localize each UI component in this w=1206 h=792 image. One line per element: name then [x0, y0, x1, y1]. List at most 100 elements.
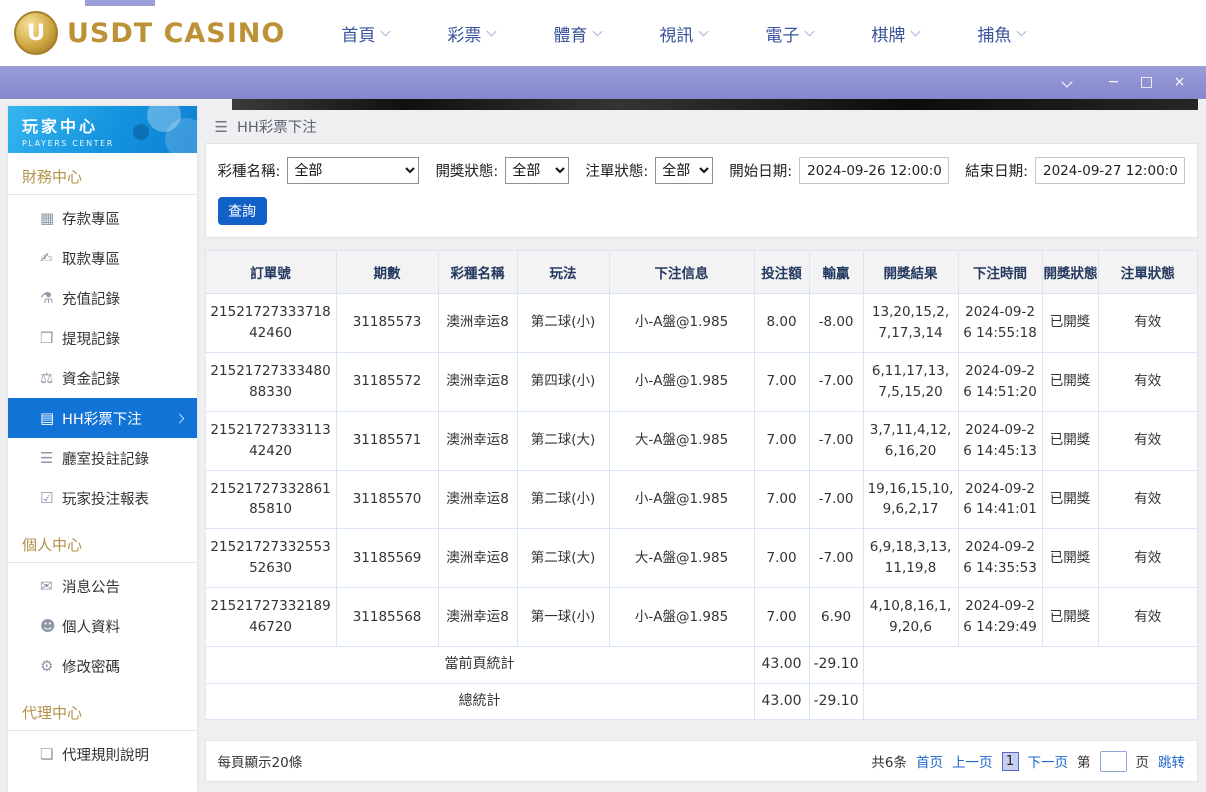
cell-order-status: 有效 — [1097, 351, 1199, 412]
cell-order-id: 2152172733255352630 — [204, 528, 337, 589]
table-row: 2152172733255352630 31185569 澳洲幸运8 第二球(大… — [204, 528, 1199, 589]
maximize-button[interactable]: □ — [1130, 66, 1163, 99]
main-nav: 首頁 彩票 體育 視訊 電子 棋牌 捕魚 — [341, 21, 1027, 46]
sidebar-menu-item[interactable]: ⚖ 資金記錄 — [8, 358, 197, 398]
end-date-input[interactable] — [1035, 157, 1185, 184]
cell-order-id: 2152172733348088330 — [204, 351, 337, 412]
nav-menu-item[interactable]: 電子 — [765, 21, 815, 46]
cell-period: 31185568 — [335, 587, 439, 648]
cell-draw-status: 已開獎 — [1041, 528, 1099, 589]
chevron-down-icon — [380, 26, 391, 36]
cell-bet-info: 大-A盤@1.985 — [608, 410, 755, 471]
nav-item-label: 首頁 — [341, 25, 376, 46]
search-button[interactable]: 查詢 — [217, 197, 267, 225]
draw-status-select[interactable]: 全部 — [505, 157, 570, 184]
hamburger-icon[interactable] — [215, 118, 228, 136]
summary-win-loss: -29.10 — [808, 682, 864, 721]
menu-item-label: 存款專區 — [62, 211, 120, 228]
sidebar-menu-item[interactable]: ▤ HH彩票下注 — [8, 398, 197, 438]
cell-order-id: 2152172733218946720 — [204, 587, 337, 648]
sidebar-menu-item[interactable]: ❒ 提現記錄 — [8, 318, 197, 358]
nav-item-label: 捕魚 — [977, 25, 1012, 46]
sidebar-menu-item[interactable]: ⚙ 修改密碼 — [8, 646, 197, 686]
brand-logo[interactable]: U USDT CASINO — [14, 11, 285, 55]
jump-go-link[interactable]: 跳转 — [1158, 751, 1185, 771]
cell-bet-info: 小-A盤@1.985 — [608, 587, 755, 648]
chevron-down-icon — [1060, 76, 1073, 88]
jump-label-suffix: 页 — [1135, 755, 1150, 772]
minimize-button[interactable]: − — [1097, 66, 1130, 99]
order-status-select[interactable]: 全部 — [655, 157, 714, 184]
first-page-link[interactable]: 首页 — [916, 751, 943, 771]
prev-page-link[interactable]: 上一页 — [952, 751, 993, 771]
bets-table: 訂單號 期數 彩種名稱 玩法 下注信息 投注額 輸贏 開獎結果 下注時間 開獎狀態 注單狀態 215… — [204, 250, 1199, 721]
menu-item-label: 充值記錄 — [62, 291, 120, 308]
table-row: 2152172733371842460 31185573 澳洲幸运8 第二球(小… — [204, 293, 1199, 353]
sidebar-menu-item[interactable]: ☻ 個人資料 — [8, 606, 197, 646]
nav-menu-item[interactable]: 捕魚 — [977, 21, 1027, 46]
agent-menu: ❏ 代理規則說明 — [8, 731, 197, 777]
menu-item-label: 個人資料 — [62, 619, 120, 636]
cell-order-status: 有效 — [1097, 293, 1199, 353]
nav-menu-item[interactable]: 棋牌 — [871, 21, 921, 46]
cell-bet-info: 小-A盤@1.985 — [608, 293, 755, 353]
cell-bet-info: 小-A盤@1.985 — [608, 469, 755, 530]
personal-menu: ✉ 消息公告 ☻ 個人資料 ⚙ 修改密碼 — [8, 563, 197, 689]
sidebar-menu-item[interactable]: ☑ 玩家投注報表 — [8, 478, 197, 518]
next-page-link[interactable]: 下一页 — [1028, 751, 1069, 771]
nav-menu-item[interactable]: 首頁 — [341, 21, 391, 46]
password-icon: ⚙ — [40, 657, 54, 675]
cell-order-status: 有效 — [1097, 587, 1199, 648]
close-button[interactable]: × — [1163, 66, 1196, 99]
cell-bet-amount: 7.00 — [753, 469, 810, 530]
summary-empty-cell — [862, 682, 1199, 721]
profile-icon: ☻ — [40, 617, 56, 635]
cell-lottery-name: 澳洲幸运8 — [437, 469, 518, 530]
column-header: 開獎結果 — [862, 250, 959, 294]
cell-win-loss: -7.00 — [808, 410, 864, 471]
sidebar-menu-item[interactable]: ❏ 代理規則說明 — [8, 734, 197, 774]
funds-record-icon: ⚖ — [40, 369, 54, 387]
window-tab-artifact — [85, 0, 155, 6]
lottery-type-select[interactable]: 全部 — [287, 157, 420, 184]
window-titlebar: − □ × — [0, 66, 1206, 99]
sidebar-section-finance-title: 財務中心 — [8, 153, 197, 195]
sidebar-menu-item[interactable]: ☰ 廳室投註記錄 — [8, 438, 197, 478]
cell-win-loss: 6.90 — [808, 587, 864, 648]
cell-bet-time: 2024-09-26 14:35:53 — [957, 528, 1043, 589]
filter-row: 彩種名稱: 全部 開獎狀態: 全部 注單狀態: 全部 開始日期: 結束日期: — [218, 157, 1185, 184]
titlebar-dropdown-button[interactable] — [1050, 66, 1083, 99]
cell-win-loss: -8.00 — [808, 293, 864, 353]
current-page-indicator[interactable]: 1 — [1001, 751, 1019, 771]
finance-menu: ▦ 存款專區 ✍ 取款專區 ⚗ 充值記錄 ❒ 提現記錄 ⚖ 資金記錄 ▤ HH彩… — [8, 195, 197, 521]
sidebar-header: 玩家中心 PLAYERS CENTER — [8, 106, 197, 153]
sidebar-menu-item[interactable]: ▦ 存款專區 — [8, 198, 197, 238]
content-area: 玩家中心 PLAYERS CENTER 財務中心 ▦ 存款專區 ✍ 取款專區 ⚗… — [0, 99, 1206, 792]
order-status-label: 注單狀態: — [585, 164, 649, 180]
cell-win-loss: -7.00 — [808, 469, 864, 530]
page-jump-input[interactable] — [1099, 750, 1127, 772]
sidebar-menu-item[interactable]: ✉ 消息公告 — [8, 566, 197, 606]
nav-menu-item[interactable]: 體育 — [553, 21, 603, 46]
cell-play-type: 第四球(小) — [516, 351, 610, 412]
start-date-input[interactable] — [799, 157, 950, 184]
withdrawal-record-icon: ❒ — [40, 329, 54, 347]
chevron-down-icon — [592, 26, 603, 36]
summary-row: 當前頁統計 43.00 -29.10 — [204, 646, 1199, 684]
summary-row: 總統計 43.00 -29.10 — [204, 682, 1199, 721]
cell-bet-time: 2024-09-26 14:41:01 — [957, 469, 1043, 530]
nav-item-label: 棋牌 — [871, 25, 906, 46]
sidebar: 玩家中心 PLAYERS CENTER 財務中心 ▦ 存款專區 ✍ 取款專區 ⚗… — [8, 106, 197, 792]
chevron-right-icon — [174, 413, 184, 423]
nav-menu-item[interactable]: 視訊 — [659, 21, 709, 46]
cell-draw-result: 13,20,15,2,7,17,3,14 — [862, 293, 959, 353]
decor-ball-icon — [132, 124, 149, 140]
sidebar-menu-item[interactable]: ✍ 取款專區 — [8, 238, 197, 278]
menu-item-label: HH彩票下注 — [62, 411, 142, 428]
sidebar-menu-item[interactable]: ⚗ 充值記錄 — [8, 278, 197, 318]
nav-menu-item[interactable]: 彩票 — [447, 21, 497, 46]
per-page-info: 每頁顯示20條 — [217, 755, 303, 772]
nav-item-label: 電子 — [765, 25, 800, 46]
column-header: 開獎狀態 — [1041, 250, 1099, 294]
cell-bet-amount: 7.00 — [753, 410, 810, 471]
